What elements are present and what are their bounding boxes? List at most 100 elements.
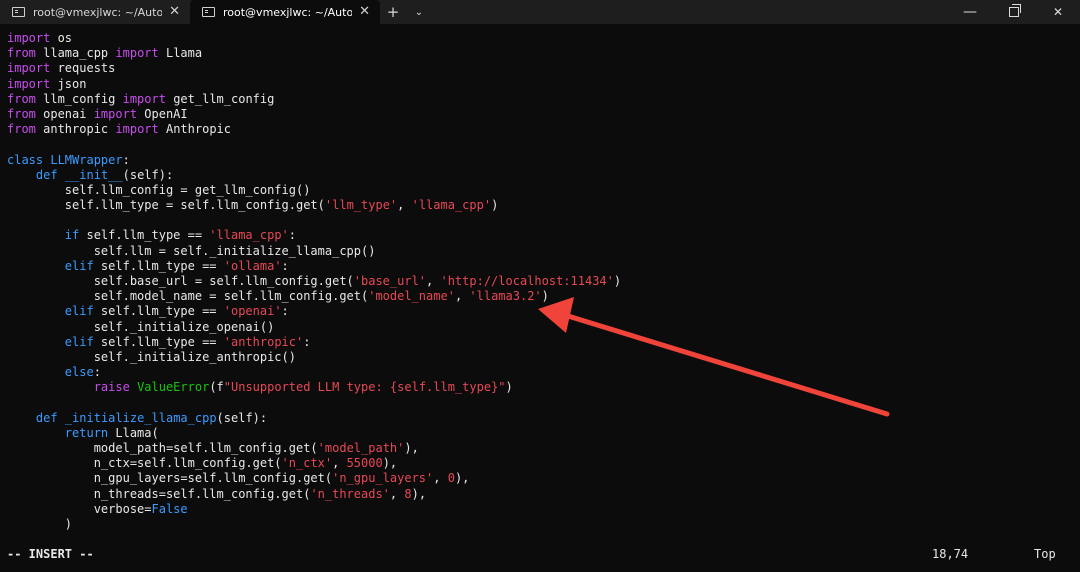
code-line: def __init__(self): [7, 168, 1080, 183]
close-tab-icon[interactable]: ✕ [169, 4, 180, 19]
code-token: llm_config [35, 91, 123, 106]
code-line: raise ValueError(f"Unsupported LLM type:… [7, 380, 1080, 395]
code-token: , [389, 486, 405, 501]
scroll-position: Top [1034, 547, 1056, 561]
code-token: self.llm_config = get_llm_config() [7, 182, 311, 197]
code-token: self.llm_type == [93, 304, 224, 319]
code-token: from [7, 91, 36, 106]
code-token: 'base_url' [353, 274, 427, 288]
code-token: class [7, 152, 44, 167]
code-token: self.base_url = self.llm_config.get( [7, 274, 354, 288]
code-token: ), [404, 441, 419, 456]
code-line: class LLMWrapper: [7, 153, 1080, 168]
code-line: self.llm = self._initialize_llama_cpp() [7, 244, 1080, 259]
code-line: elif self.llm_type == 'openai': [7, 304, 1080, 319]
code-token: (self): [122, 167, 174, 182]
code-line: n_ctx=self.llm_config.get('n_ctx', 55000… [7, 456, 1080, 471]
code-token: LLMWrapper [50, 152, 123, 167]
code-token: llama_cpp [35, 46, 116, 61]
code-token: elif [64, 258, 94, 273]
code-line: elif self.llm_type == 'anthropic': [7, 335, 1080, 350]
code-line: verbose=False [7, 502, 1080, 517]
code-token: n_threads=self.llm_config.get( [7, 486, 311, 501]
code-line: model_path=self.llm_config.get('model_pa… [7, 441, 1080, 456]
code-line: from llm_config import get_llm_config [7, 92, 1080, 107]
close-window-button[interactable]: ✕ [1036, 0, 1080, 24]
code-token: import [7, 31, 51, 45]
code-token: 'llama_cpp' [411, 198, 492, 213]
restore-icon [1009, 4, 1021, 17]
maximize-button[interactable] [992, 0, 1036, 24]
code-line: else: [7, 365, 1080, 380]
code-line: self.llm_type = self.llm_config.get('llm… [7, 198, 1080, 213]
code-line: ) [7, 517, 1080, 532]
code-token: self.llm = self._initialize_llama_cpp() [7, 243, 376, 258]
code-token: import [7, 76, 51, 91]
code-token: 'model_name' [368, 289, 455, 304]
code-token: import [115, 46, 159, 61]
code-line: n_gpu_layers=self.llm_config.get('n_gpu_… [7, 471, 1080, 486]
code-token: 'anthropic' [223, 334, 304, 349]
window-controls: — ✕ [948, 0, 1080, 24]
code-line: import requests [7, 61, 1080, 76]
code-token: ) [7, 517, 73, 531]
code-token: self.llm_type == [79, 228, 210, 243]
tab-dropdown-button[interactable]: ⌄ [406, 0, 432, 24]
code-token: 55000 [346, 456, 383, 471]
code-token: openai [35, 106, 94, 121]
code-line: self._initialize_anthropic() [7, 350, 1080, 365]
code-token: import [93, 106, 138, 121]
close-tab-icon[interactable]: ✕ [359, 4, 370, 19]
code-token: os [50, 31, 73, 45]
terminal-icon [12, 7, 25, 17]
code-token: model_path=self.llm_config.get( [7, 441, 318, 456]
minimize-button[interactable]: — [948, 0, 992, 24]
code-token: , [433, 471, 448, 486]
code-line: if self.llm_type == 'llama_cpp': [7, 228, 1080, 243]
code-line: self.base_url = self.llm_config.get('bas… [7, 274, 1080, 289]
code-token: _initialize_llama_cpp [64, 410, 217, 425]
code-token: ) [505, 380, 513, 395]
code-token: False [151, 501, 188, 516]
code-token: OpenAI [137, 106, 188, 121]
code-token: 'http://localhost:11434' [440, 274, 614, 288]
code-token: 'n_gpu_layers' [332, 471, 434, 486]
code-token: import [122, 91, 166, 106]
code-token: raise [93, 380, 130, 395]
vim-editor-buffer[interactable]: import os from llama_cpp import Llama impo… [7, 31, 1080, 532]
code-token: def [35, 410, 58, 425]
tab-terminal-2[interactable]: root@vmexjlwc: ~/Automated ✕ [190, 0, 380, 24]
code-token: import [7, 61, 51, 76]
code-token: "Unsupported LLM type: {self.llm_type}" [223, 380, 506, 395]
code-token: : [303, 334, 311, 349]
code-token: ) [491, 198, 499, 213]
tab-terminal-1[interactable]: root@vmexjlwc: ~/Automated ✕ [0, 0, 190, 24]
code-token: n_gpu_layers=self.llm_config.get( [7, 471, 333, 486]
vim-status-line: -- INSERT -- 18,74 Top [7, 547, 1080, 563]
code-token: elif [64, 334, 94, 349]
code-token: : [288, 228, 297, 243]
code-line: self._initialize_openai() [7, 320, 1080, 335]
code-line: from llama_cpp import Llama [7, 46, 1080, 61]
code-token: json [50, 76, 87, 91]
code-token: : [281, 258, 289, 273]
code-token: 8 [404, 486, 412, 501]
code-token: else [64, 365, 94, 380]
new-tab-button[interactable]: + [380, 0, 406, 24]
code-token: ValueError [137, 380, 210, 395]
code-token: __init__ [64, 167, 123, 182]
code-token: 'n_threads' [310, 486, 390, 501]
code-token: , [332, 456, 347, 471]
code-token: 'model_path' [317, 441, 405, 456]
code-line: from anthropic import Anthropic [7, 122, 1080, 137]
